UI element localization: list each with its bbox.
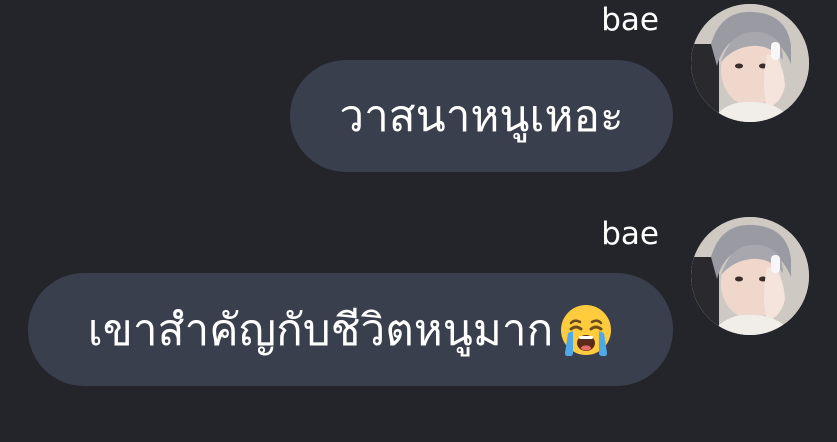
message-bubble[interactable]: วาสนาหนูเหอะ <box>290 60 673 172</box>
sender-name: bae <box>601 2 659 38</box>
avatar[interactable] <box>691 4 809 122</box>
profile-photo-icon <box>691 4 809 122</box>
sender-name: bae <box>601 216 659 252</box>
message-text: วาสนาหนูเหอะ <box>339 91 624 142</box>
message-text: เขาสำคัญกับชีวิตหนูมาก <box>87 304 554 356</box>
profile-photo-icon <box>691 217 809 335</box>
avatar[interactable] <box>691 217 809 335</box>
chat-thread: bae วาสนาหนูเหอะ bae เขาสำคัญกับชีวิตหนู… <box>0 0 837 442</box>
loudly-crying-face-icon <box>559 303 613 357</box>
message-bubble[interactable]: เขาสำคัญกับชีวิตหนูมาก <box>28 273 673 386</box>
